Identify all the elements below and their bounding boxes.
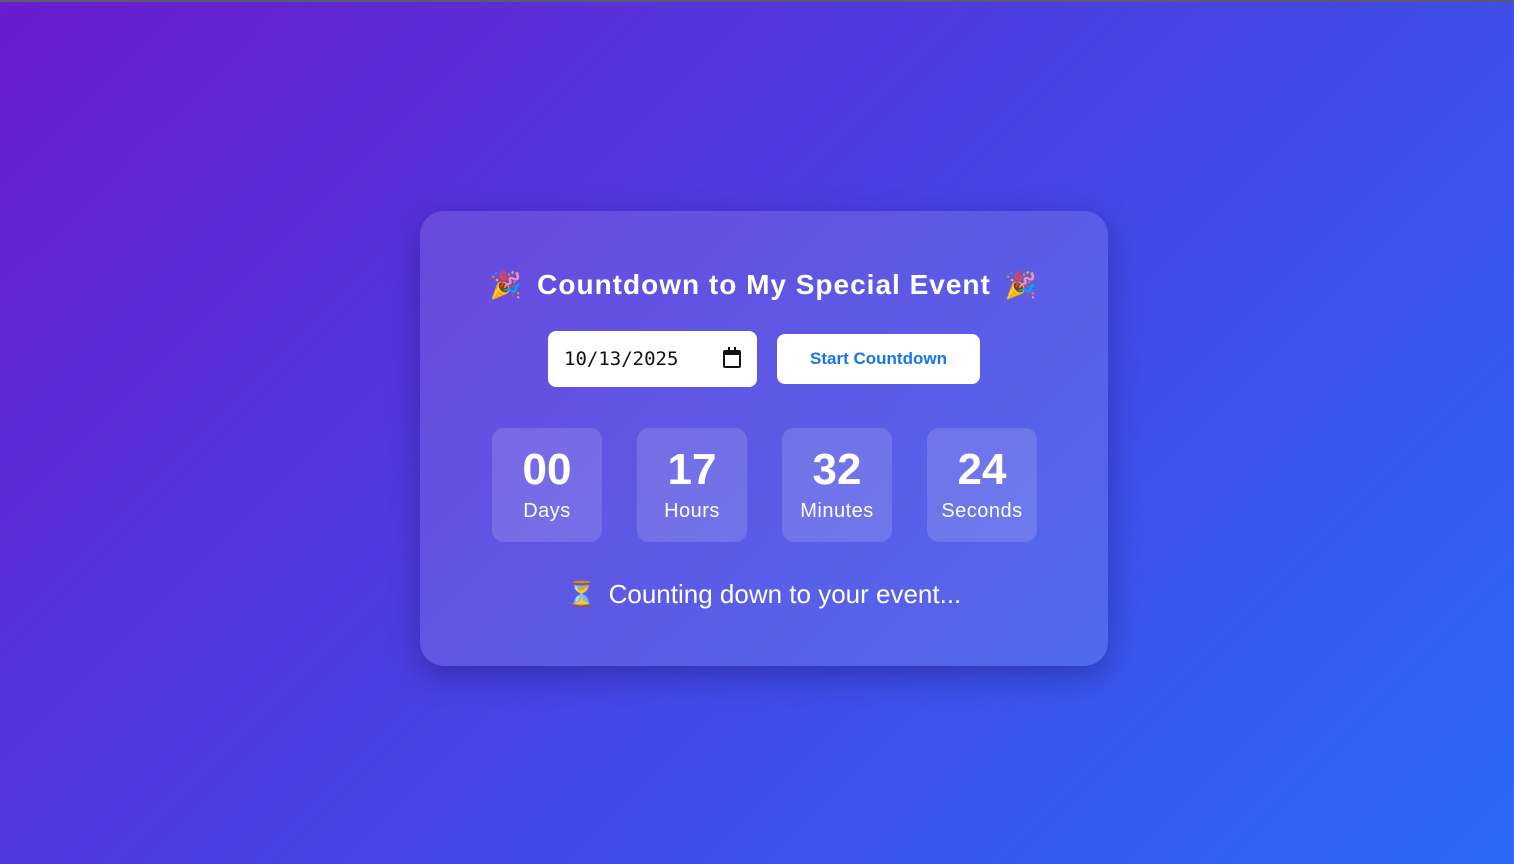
days-value: 00 bbox=[522, 445, 572, 494]
hours-box: 17 Hours bbox=[637, 428, 747, 542]
calendar-icon[interactable] bbox=[723, 347, 741, 368]
hours-value: 17 bbox=[667, 445, 717, 494]
minutes-box: 32 Minutes bbox=[782, 428, 892, 542]
hours-label: Hours bbox=[664, 500, 720, 522]
days-box: 00 Days bbox=[492, 428, 602, 542]
start-countdown-button[interactable]: Start Countdown bbox=[777, 334, 980, 384]
date-value: 10/13/2025 bbox=[564, 348, 679, 370]
status-message: ⏳ Counting down to your event... bbox=[420, 579, 1108, 610]
hourglass-icon: ⏳ bbox=[566, 581, 597, 608]
status-text: Counting down to your event... bbox=[608, 579, 962, 609]
days-label: Days bbox=[523, 500, 571, 522]
seconds-box: 24 Seconds bbox=[927, 428, 1037, 542]
page-title: 🎉 Countdown to My Special Event 🎉 bbox=[420, 269, 1108, 301]
minutes-value: 32 bbox=[812, 445, 862, 494]
countdown-units: 00 Days 17 Hours 32 Minutes 24 Seconds bbox=[492, 428, 1037, 542]
party-popper-icon: 🎉 bbox=[489, 269, 524, 300]
seconds-value: 24 bbox=[957, 445, 1007, 494]
seconds-label: Seconds bbox=[941, 500, 1023, 522]
minutes-label: Minutes bbox=[800, 500, 874, 522]
controls-row: 10/13/2025 Start Countdown bbox=[548, 331, 980, 387]
page-title-text: Countdown to My Special Event bbox=[537, 269, 991, 300]
event-date-input[interactable]: 10/13/2025 bbox=[548, 331, 757, 387]
countdown-card: 🎉 Countdown to My Special Event 🎉 10/13/… bbox=[420, 211, 1108, 666]
party-popper-icon: 🎉 bbox=[1004, 269, 1039, 300]
